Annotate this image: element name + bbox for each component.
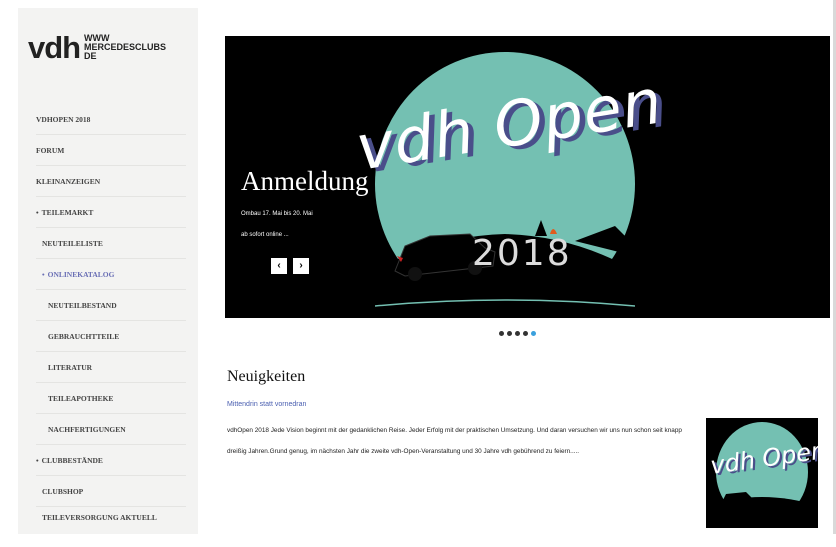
slider-title: Anmeldung — [241, 166, 369, 196]
sidebar-item-literatur[interactable]: LITERATUR — [36, 352, 186, 383]
sidebar-item-kleinanzeigen[interactable]: KLEINANZEIGEN — [36, 166, 186, 197]
sidebar-item-label: ONLINEKATALOG — [47, 270, 115, 279]
sidebar-item-label: LITERATUR — [48, 363, 93, 372]
slider-dot[interactable] — [507, 331, 512, 336]
sidebar-item-label: VDHOPEN 2018 — [36, 115, 91, 124]
sidebar-item-forum[interactable]: FORUM — [36, 135, 186, 166]
slider-pagination — [499, 331, 539, 337]
news-article-body: vdhOpen 2018 Jede Vision beginnt mit der… — [227, 427, 682, 455]
logo-line-2: MERCEDESCLUBS — [84, 42, 167, 52]
news-heading: Neuigkeiten — [227, 368, 306, 385]
slider-subtitle-1: Ombau 17. Mai bis 20. Mai — [241, 211, 313, 217]
sidebar-item-label: NEUTEILBESTAND — [48, 301, 117, 310]
sidebar: vdh WWW MERCEDESCLUBS DE VDHOPEN 2018 FOR… — [18, 8, 198, 534]
sidebar-item-teilemarkt[interactable]: • TEILEMARKT — [36, 197, 186, 228]
slider-year: 2018 — [472, 233, 572, 274]
sidebar-item-nachfertigungen[interactable]: NACHFERTIGUNGEN — [36, 414, 186, 445]
sidebar-item-label: KLEINANZEIGEN — [36, 177, 101, 186]
slider-prev-button[interactable]: ‹ — [271, 258, 287, 274]
sidebar-item-teileversorgung-aktuell[interactable]: TEILEVERSORGUNG AKTUELL — [36, 507, 186, 547]
sidebar-item-clubbestände[interactable]: • CLUBBESTÄNDE — [36, 445, 186, 476]
slider-dot[interactable] — [523, 331, 528, 336]
sidebar-item-clubshop[interactable]: CLUBSHOP — [36, 476, 186, 507]
sidebar-item-label: TEILEAPOTHEKE — [48, 394, 114, 403]
sidebar-item-label: CLUBBESTÄNDE — [41, 456, 103, 465]
logo-main-text: vdh — [28, 30, 81, 65]
sidebar-item-label: TEILEMARKT — [41, 208, 94, 217]
sidebar-item-label: NEUTEILELISTE — [42, 239, 103, 248]
sidebar-item-gebrauchtteile[interactable]: GEBRAUCHTTEILE — [36, 321, 186, 352]
sidebar-item-label: GEBRAUCHTTEILE — [48, 332, 120, 341]
logo-line-3: DE — [84, 51, 97, 61]
sidebar-item-label: FORUM — [36, 146, 65, 155]
sidebar-item-vdhopen-2018[interactable]: VDHOPEN 2018 — [36, 104, 186, 135]
sidebar-nav: VDHOPEN 2018 FORUM KLEINANZEIGEN • TEILEMARK… — [36, 104, 186, 547]
hero-slider: vdh Open 2018 Anmeldung Ombau 17. Mai bi… — [225, 36, 830, 318]
sidebar-item-label: TEILEVERSORGUNG AKTUELL — [42, 513, 157, 522]
sidebar-item-label: CLUBSHOP — [42, 487, 84, 496]
bullet-icon: • — [42, 270, 45, 279]
logo-url-text: WWW MERCEDESCLUBS DE — [84, 34, 204, 61]
thumbnail-silhouette-icon — [706, 492, 818, 528]
slider-next-button[interactable]: › — [293, 258, 309, 274]
sidebar-item-onlinekatalog[interactable]: • ONLINEKATALOG — [36, 259, 186, 290]
slider-dot[interactable] — [515, 331, 520, 336]
sidebar-item-neuteilbestand[interactable]: NEUTEILBESTAND — [36, 290, 186, 321]
slider-dot[interactable] — [531, 331, 536, 336]
slider-dot[interactable] — [499, 331, 504, 336]
sidebar-item-teileapotheke[interactable]: TEILEAPOTHEKE — [36, 383, 186, 414]
bullet-icon: • — [36, 208, 39, 217]
slider-subtitle-2: ab sofort online ... — [241, 232, 289, 238]
bullet-icon: • — [36, 456, 39, 465]
sidebar-item-label: NACHFERTIGUNGEN — [48, 425, 126, 434]
sidebar-item-neuteileliste[interactable]: NEUTEILELISTE — [36, 228, 186, 259]
news-article-link[interactable]: Mittendrin statt vorne­dran — [227, 401, 306, 408]
news-thumbnail[interactable]: vdh Open — [706, 418, 818, 528]
